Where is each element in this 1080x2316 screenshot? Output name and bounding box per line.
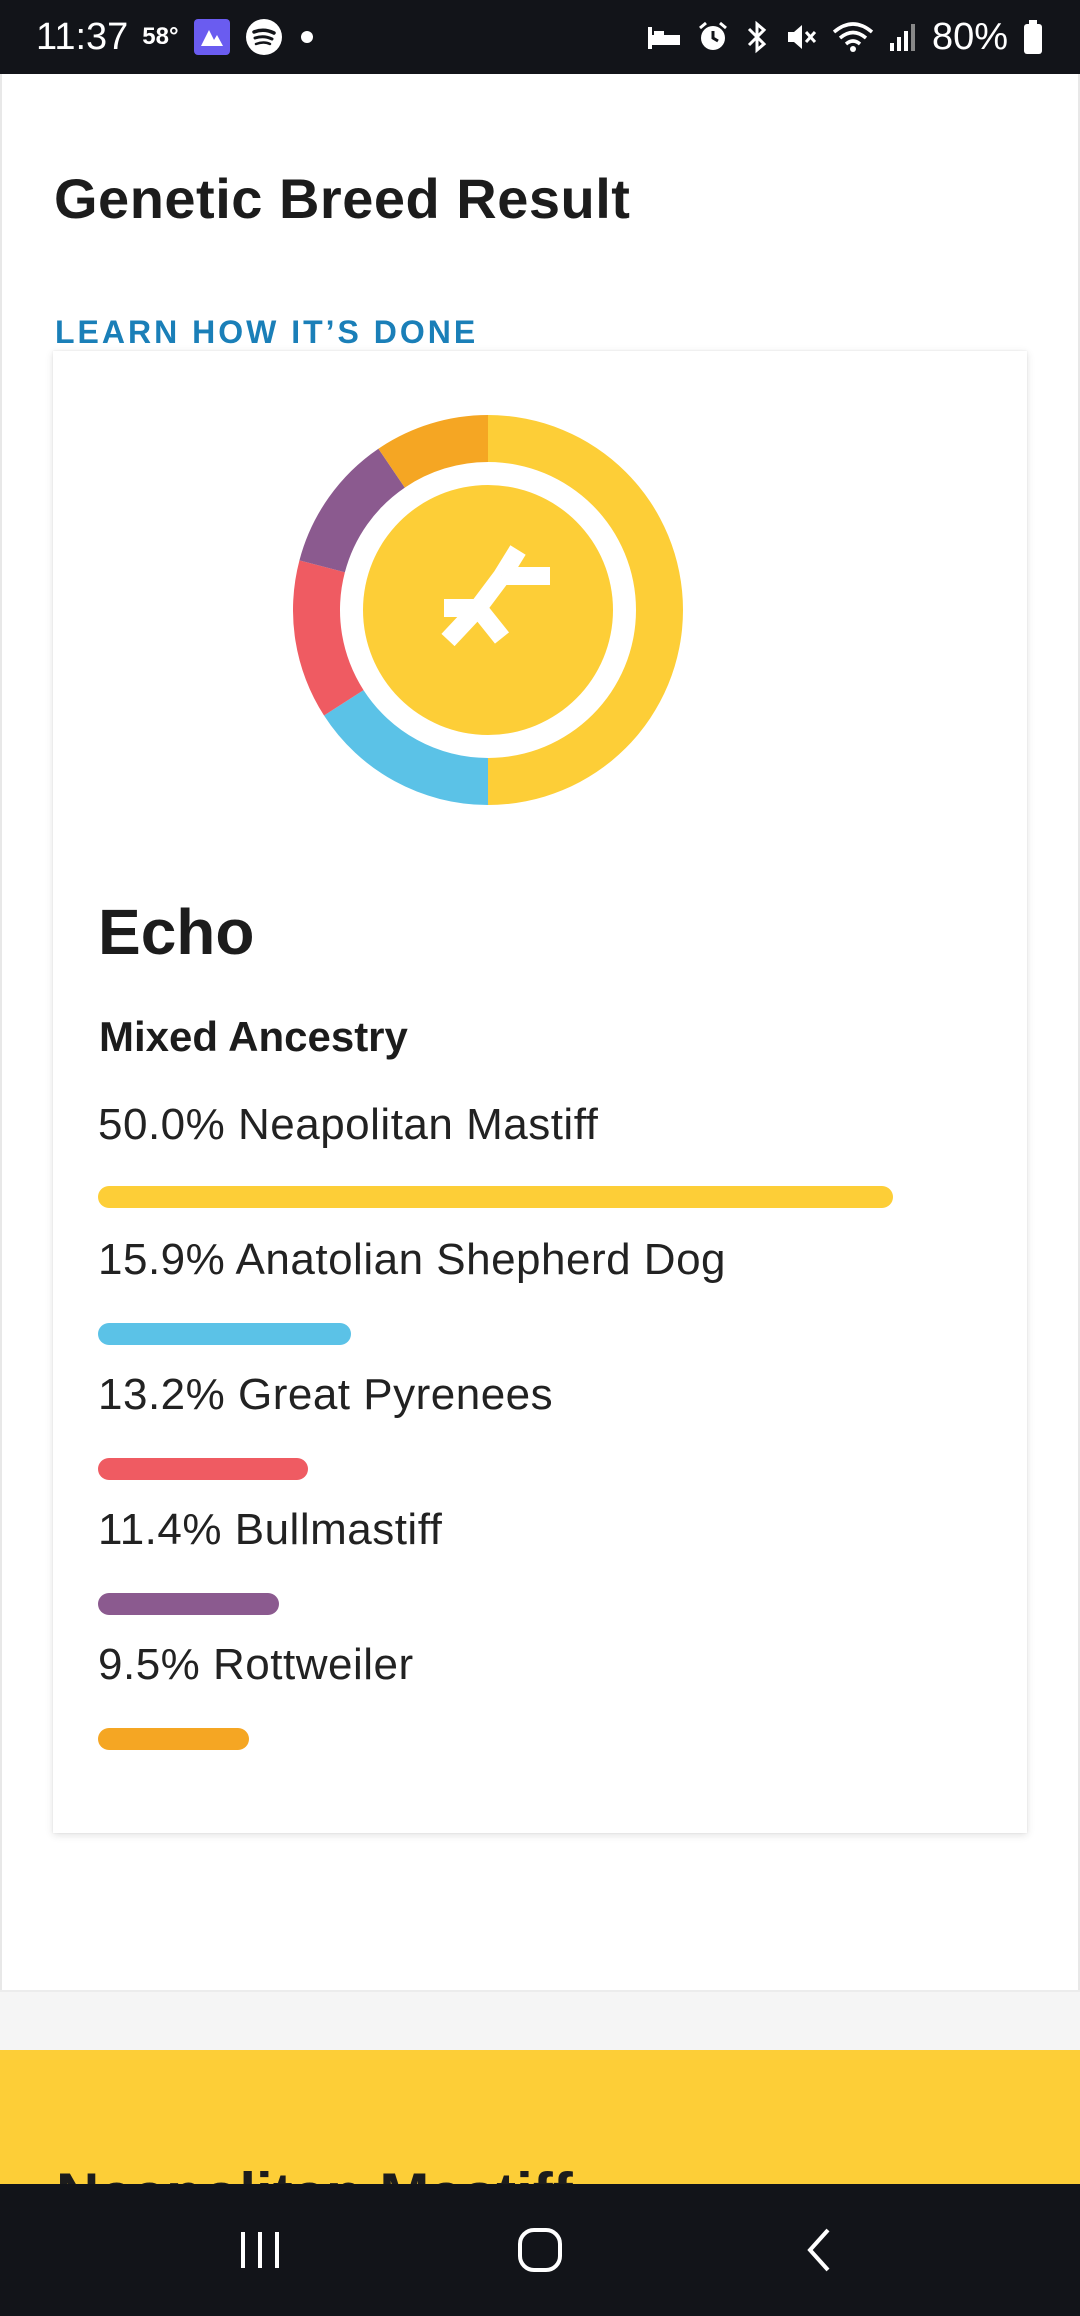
battery-icon xyxy=(1022,19,1044,55)
page-title: Genetic Breed Result xyxy=(54,167,631,230)
spotify-icon xyxy=(245,18,283,56)
section-divider xyxy=(0,1990,1080,2050)
breed-bar xyxy=(98,1186,893,1208)
breed-item-great-pyrenees: 13.2% Great Pyrenees xyxy=(98,1370,978,1480)
status-bar: 11:37 58° 80% xyxy=(0,0,1080,74)
alarm-icon xyxy=(696,20,730,54)
breed-label: 11.4% Bullmastiff xyxy=(98,1505,443,1554)
temperature: 58° xyxy=(142,23,179,50)
breed-bar xyxy=(98,1323,351,1345)
breed-label: 9.5% Rottweiler xyxy=(98,1640,414,1689)
donut-svg xyxy=(293,415,683,805)
breed-item-neapolitan-mastiff: 50.0% Neapolitan Mastiff xyxy=(98,1100,978,1208)
status-bar-left: 11:37 58° xyxy=(36,16,317,59)
signal-icon xyxy=(888,21,918,53)
bluetooth-icon xyxy=(744,20,770,54)
breed-label: 50.0% Neapolitan Mastiff xyxy=(98,1100,599,1149)
breed-bar xyxy=(98,1458,308,1480)
battery-percent: 80% xyxy=(931,15,1008,58)
back-icon[interactable] xyxy=(760,2200,880,2300)
status-bar-right: 80% xyxy=(646,16,1044,59)
dot-icon xyxy=(297,27,317,47)
ancestry-type: Mixed Ancestry xyxy=(99,1013,408,1060)
learn-how-its-done-link[interactable]: LEARN HOW IT’S DONE xyxy=(55,314,478,351)
gallery-app-icon xyxy=(193,18,231,56)
sleep-mode-icon xyxy=(646,21,682,53)
breed-detail-heading: Neapolitan Mastiff xyxy=(56,2160,573,2184)
home-icon[interactable] xyxy=(480,2200,600,2300)
breed-label: 15.9% Anatolian Shepherd Dog xyxy=(98,1235,727,1284)
breed-bar xyxy=(98,1728,249,1750)
dog-name: Echo xyxy=(98,896,255,968)
donut-segment xyxy=(293,560,364,716)
mute-icon xyxy=(784,20,818,54)
breed-detail-section[interactable]: Neapolitan Mastiff xyxy=(0,2050,1080,2184)
breed-bar xyxy=(98,1593,279,1615)
wifi-icon xyxy=(832,20,874,54)
clock: 11:37 xyxy=(36,15,129,58)
breed-item-rottweiler: 9.5% Rottweiler xyxy=(98,1640,978,1750)
system-nav-bar xyxy=(0,2184,1080,2316)
breed-item-anatolian-shepherd-dog: 15.9% Anatolian Shepherd Dog xyxy=(98,1235,978,1345)
breed-label: 13.2% Great Pyrenees xyxy=(98,1370,554,1419)
breed-item-bullmastiff: 11.4% Bullmastiff xyxy=(98,1505,978,1615)
ancestry-donut-chart xyxy=(293,415,683,805)
recents-icon[interactable] xyxy=(200,2200,320,2300)
